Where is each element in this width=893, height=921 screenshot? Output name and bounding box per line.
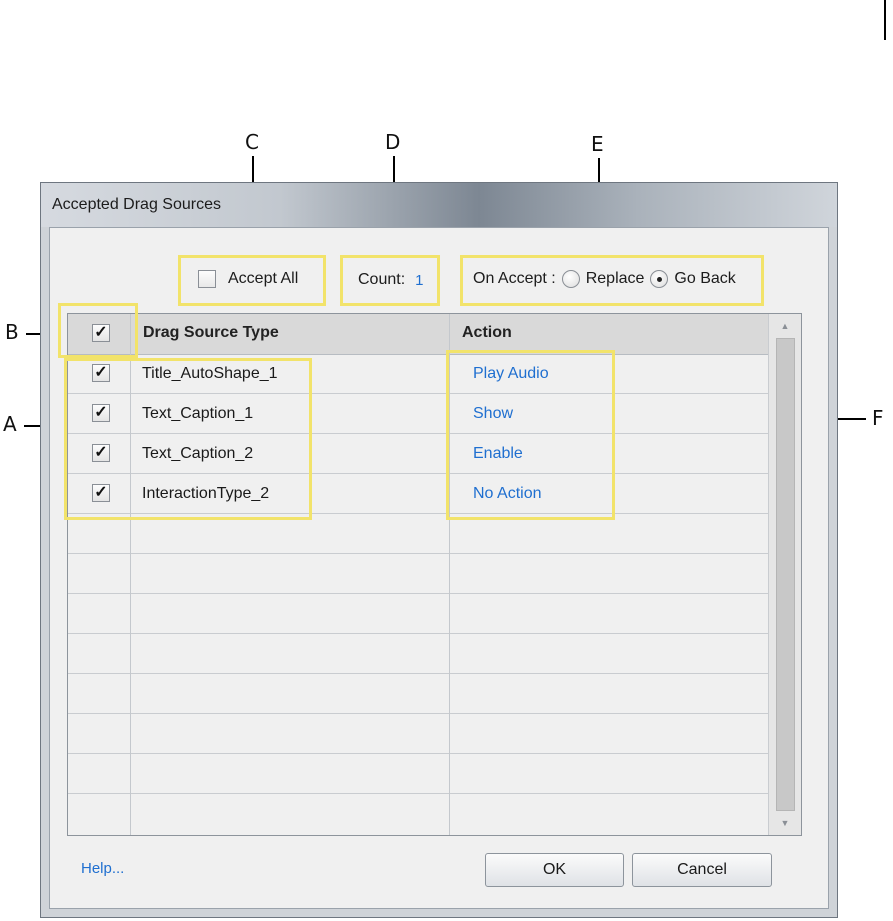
accept-all-checkbox[interactable] [198,270,216,288]
empty-row [68,794,768,834]
drag-sources-grid: ✓ Drag Source Type Action ✓ Title_AutoSh… [67,313,802,836]
callout-e: E [591,132,604,156]
row-checkbox[interactable]: ✓ [92,484,110,502]
scrollbar-thumb[interactable] [776,338,795,811]
column-divider [449,314,450,835]
go-back-radio-label[interactable]: Go Back [674,270,735,288]
corner-mark [884,0,886,40]
action-cell[interactable]: No Action [473,485,541,503]
ok-button[interactable]: OK [485,853,624,887]
grid-scrollbar[interactable]: ▲ ▼ [768,314,801,835]
row-checkbox[interactable]: ✓ [92,444,110,462]
empty-row [68,674,768,714]
table-row[interactable]: ✓ Text_Caption_2 Enable [68,434,768,474]
empty-row [68,594,768,634]
empty-row [68,634,768,674]
table-row[interactable]: ✓ Title_AutoShape_1 Play Audio [68,354,768,394]
header-action[interactable]: Action [462,324,512,342]
row-checkbox[interactable]: ✓ [92,364,110,382]
drag-source-cell: Text_Caption_2 [142,445,254,462]
table-row[interactable]: ✓ Text_Caption_1 Show [68,394,768,434]
count-label: Count: [358,271,406,288]
action-cell[interactable]: Enable [473,445,523,463]
scroll-up-arrow-icon[interactable]: ▲ [775,317,795,335]
dialog-titlebar[interactable]: Accepted Drag Sources [41,183,837,227]
callout-b: B [5,320,19,344]
empty-row [68,514,768,554]
scroll-down-arrow-icon[interactable]: ▼ [775,814,795,832]
replace-radio[interactable] [561,270,580,288]
dialog-title: Accepted Drag Sources [52,196,221,213]
header-drag-source-type[interactable]: Drag Source Type [143,324,279,342]
callout-d: D [385,130,401,154]
go-back-radio[interactable] [650,270,669,288]
column-divider [130,314,131,835]
empty-row [68,714,768,754]
drag-source-cell: Title_AutoShape_1 [142,365,278,382]
select-all-rows-checkbox[interactable]: ✓ [92,324,110,342]
help-link[interactable]: Help... [81,860,124,877]
replace-radio-label[interactable]: Replace [586,270,645,288]
count-display: Count: 1 [358,271,423,289]
radio-selected-dot [656,276,662,282]
callout-f: F [872,406,884,430]
accept-all-label: Accept All [228,270,299,287]
grid-header: ✓ Drag Source Type Action [68,314,768,355]
drag-source-cell: Text_Caption_1 [142,405,254,422]
on-accept-label: On Accept : [473,270,556,287]
callout-c: C [245,130,259,154]
drag-source-cell: InteractionType_2 [142,485,270,502]
cancel-button[interactable]: Cancel [632,853,772,887]
empty-row [68,754,768,794]
table-row[interactable]: ✓ InteractionType_2 No Action [68,474,768,514]
on-accept-group: On Accept : Replace Go Back [473,270,736,288]
empty-row [68,554,768,594]
count-value: 1 [415,271,424,289]
action-cell[interactable]: Play Audio [473,365,549,383]
action-cell[interactable]: Show [473,405,513,423]
callout-a: A [3,412,17,436]
accept-all-control[interactable]: Accept All [198,270,298,288]
row-checkbox[interactable]: ✓ [92,404,110,422]
